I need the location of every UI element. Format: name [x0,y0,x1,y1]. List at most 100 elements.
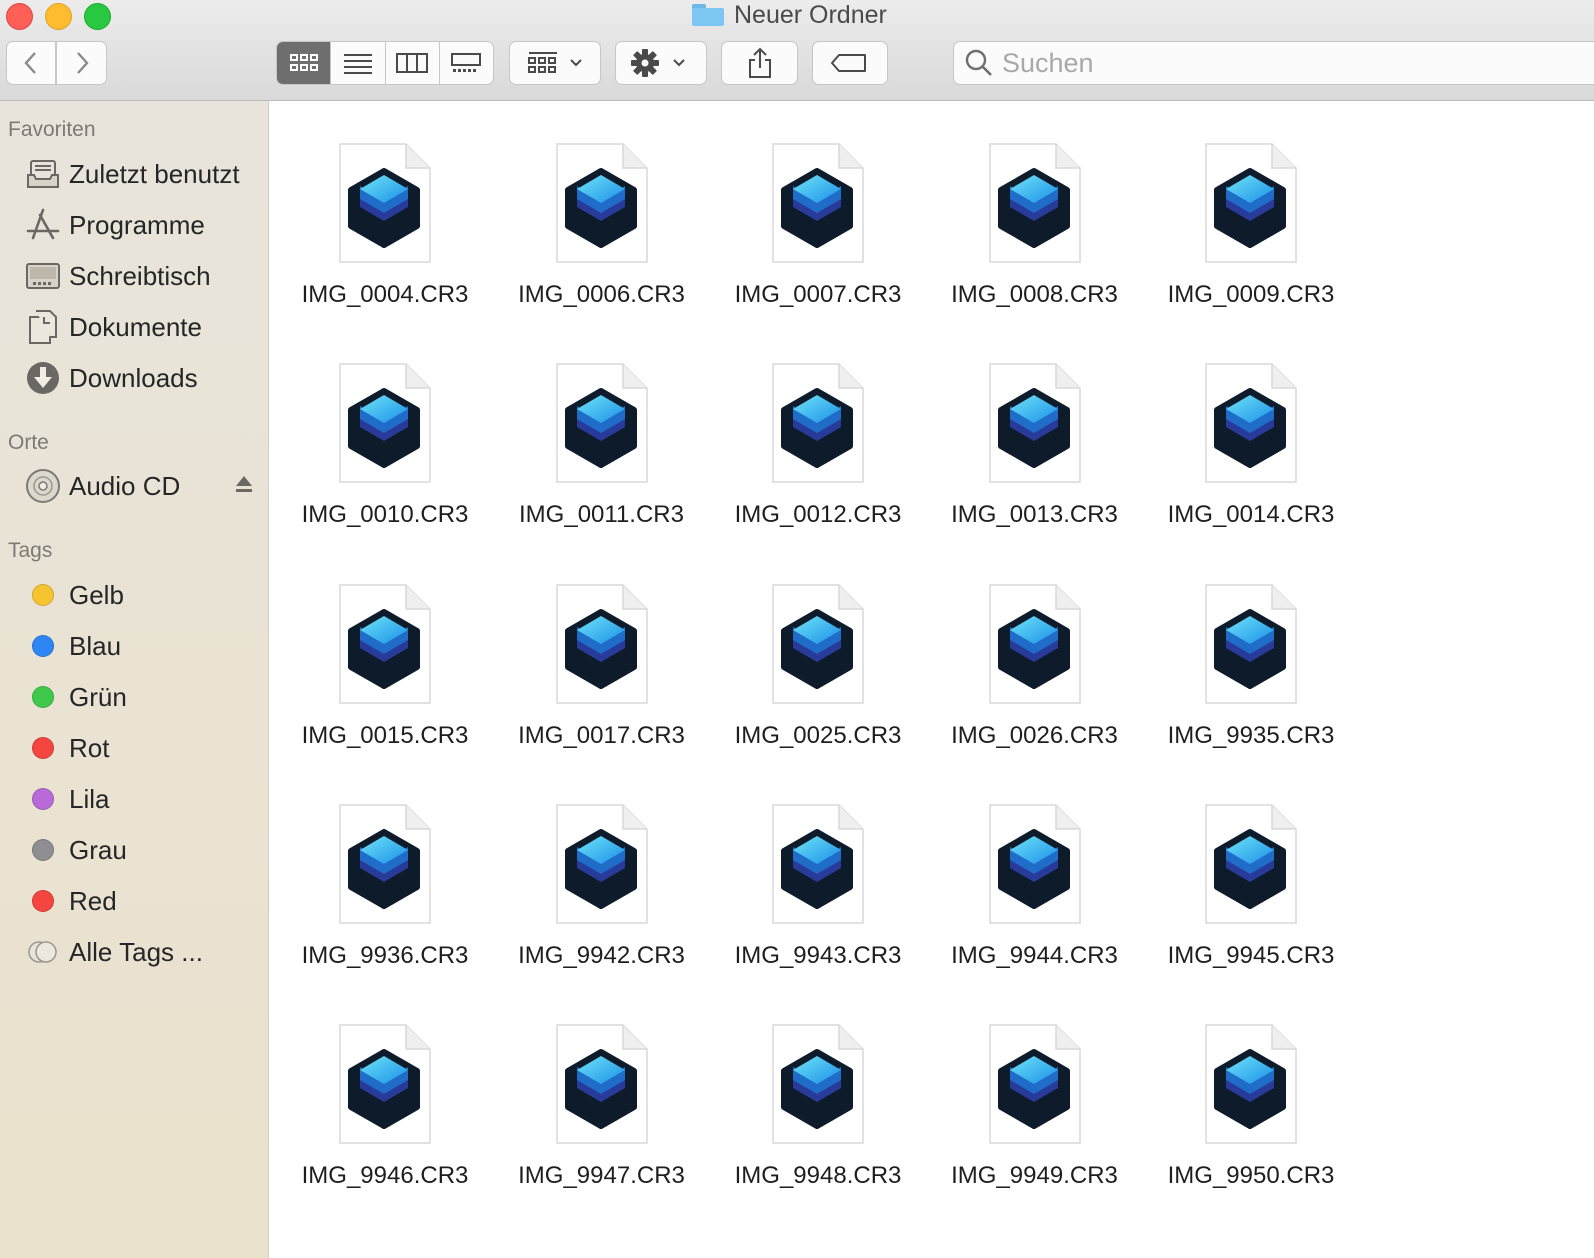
group-grid-icon [528,52,582,73]
back-button[interactable] [6,41,56,85]
file-name: IMG_0025.CR3 [734,721,902,749]
file-name: IMG_0011.CR3 [519,501,684,529]
file-item[interactable]: IMG_0017.CR3 [494,582,710,772]
file-name: IMG_0009.CR3 [1167,281,1335,308]
action-button[interactable] [615,41,707,85]
sidebar-item-label: Lila [69,783,110,814]
cr3-file-icon [988,804,1081,924]
sidebar-all-tags[interactable]: Alle Tags ... [0,929,268,975]
sidebar-tag-rot[interactable]: Rot [0,725,268,771]
file-name: IMG_0010.CR3 [301,501,469,529]
share-button[interactable] [721,41,798,85]
sidebar-item-downloads[interactable]: Downloads [0,355,268,401]
file-item[interactable]: IMG_0025.CR3 [710,582,926,772]
file-name: IMG_0007.CR3 [734,281,902,308]
sidebar-item-desktop[interactable]: Schreibtisch [0,253,268,299]
file-item[interactable]: IMG_0014.CR3 [1143,361,1359,551]
icon-view-button[interactable] [277,42,332,84]
cr3-file-icon [1205,583,1297,704]
file-name: IMG_0008.CR3 [951,281,1118,308]
sidebar-item-label: Rot [69,732,110,763]
file-item[interactable]: IMG_0012.CR3 [710,361,926,551]
forward-button[interactable] [56,41,107,85]
search-field[interactable] [953,41,1594,85]
sidebar-item-label: Gelb [69,579,124,610]
sidebar-item-label: Programme [69,209,205,240]
file-name: IMG_9946.CR3 [301,1162,469,1190]
all-tags-icon [25,934,61,970]
cr3-file-icon [988,583,1081,704]
file-item[interactable]: IMG_0006.CR3 [494,141,710,331]
file-item[interactable]: IMG_0013.CR3 [927,361,1143,551]
file-item[interactable]: IMG_0015.CR3 [277,582,493,772]
cr3-file-icon [339,1024,431,1144]
group-button[interactable] [509,41,601,85]
cd-icon [25,468,61,504]
file-name: IMG_0012.CR3 [734,501,902,529]
sidebar-tag-lila[interactable]: Lila [0,776,268,822]
sidebar-item-applications[interactable]: Programme [0,202,268,248]
search-input[interactable] [1000,46,1504,80]
file-item[interactable]: IMG_9943.CR3 [710,802,926,992]
eject-icon[interactable] [235,473,253,497]
close-window-button[interactable] [6,3,33,30]
sidebar-tag-grau[interactable]: Grau [0,827,268,873]
tag-color-dot [32,839,54,861]
file-item[interactable]: IMG_0009.CR3 [1143,141,1359,331]
folder-icon [692,4,724,26]
recents-icon [25,156,61,192]
cr3-file-icon [339,363,431,484]
file-item[interactable]: IMG_0011.CR3 [494,361,710,551]
file-name: IMG_9948.CR3 [734,1162,902,1190]
search-icon [965,49,992,76]
sidebar-tag-gruen[interactable]: Grün [0,674,268,720]
file-item[interactable]: IMG_0004.CR3 [277,141,493,331]
tag-color-dot [32,737,54,759]
toolbar: Neuer Ordner [0,0,1594,101]
cr3-file-icon [555,363,648,484]
sidebar-tag-gelb[interactable]: Gelb [0,572,268,618]
file-item[interactable]: IMG_0026.CR3 [927,582,1143,772]
documents-icon [25,309,61,345]
downloads-icon [25,360,61,396]
zoom-window-button[interactable] [84,3,111,30]
file-item[interactable]: IMG_0010.CR3 [277,361,493,551]
cr3-file-icon [339,583,431,704]
file-item[interactable]: IMG_9945.CR3 [1143,802,1359,992]
sidebar-item-documents[interactable]: Dokumente [0,304,268,350]
minimize-window-button[interactable] [45,3,72,30]
file-item[interactable]: IMG_9949.CR3 [927,1022,1143,1212]
column-view-button[interactable] [386,42,440,84]
tag-color-dot [32,635,54,657]
file-item[interactable]: IMG_0007.CR3 [710,141,926,331]
cr3-file-icon [772,583,864,704]
cr3-file-icon [555,804,648,924]
sidebar-item-recents[interactable]: Zuletzt benutzt [0,151,268,197]
file-item[interactable]: IMG_9936.CR3 [277,802,493,992]
sidebar-item-label: Schreibtisch [69,260,211,291]
file-name: IMG_9936.CR3 [301,941,469,969]
file-name: IMG_0017.CR3 [518,721,685,749]
sidebar-item-label: Zuletzt benutzt [69,158,240,189]
gallery-view-button[interactable] [440,42,493,84]
file-item[interactable]: IMG_9942.CR3 [494,802,710,992]
sidebar-tag-blau[interactable]: Blau [0,623,268,669]
file-item[interactable]: IMG_0008.CR3 [927,141,1143,331]
sidebar-section-locations: Orte [8,431,49,454]
file-item[interactable]: IMG_9944.CR3 [927,802,1143,992]
file-item[interactable]: IMG_9948.CR3 [710,1022,926,1212]
file-item[interactable]: IMG_9935.CR3 [1143,582,1359,772]
tag-color-dot [32,686,54,708]
view-mode-selector [276,41,494,85]
file-item[interactable]: IMG_9950.CR3 [1143,1022,1359,1212]
sidebar: Favoriten Zuletzt benutzt Programme Schr… [0,101,269,1258]
gallery-icon [451,53,482,72]
file-item[interactable]: IMG_9946.CR3 [277,1022,493,1212]
file-name: IMG_9935.CR3 [1167,721,1335,749]
tag-button[interactable] [812,41,888,85]
file-item[interactable]: IMG_9947.CR3 [494,1022,710,1212]
list-view-button[interactable] [331,42,386,84]
sidebar-tag-red[interactable]: Red [0,878,268,924]
sidebar-item-label: Red [69,885,117,916]
sidebar-item-audio-cd[interactable]: Audio CD [0,463,268,509]
